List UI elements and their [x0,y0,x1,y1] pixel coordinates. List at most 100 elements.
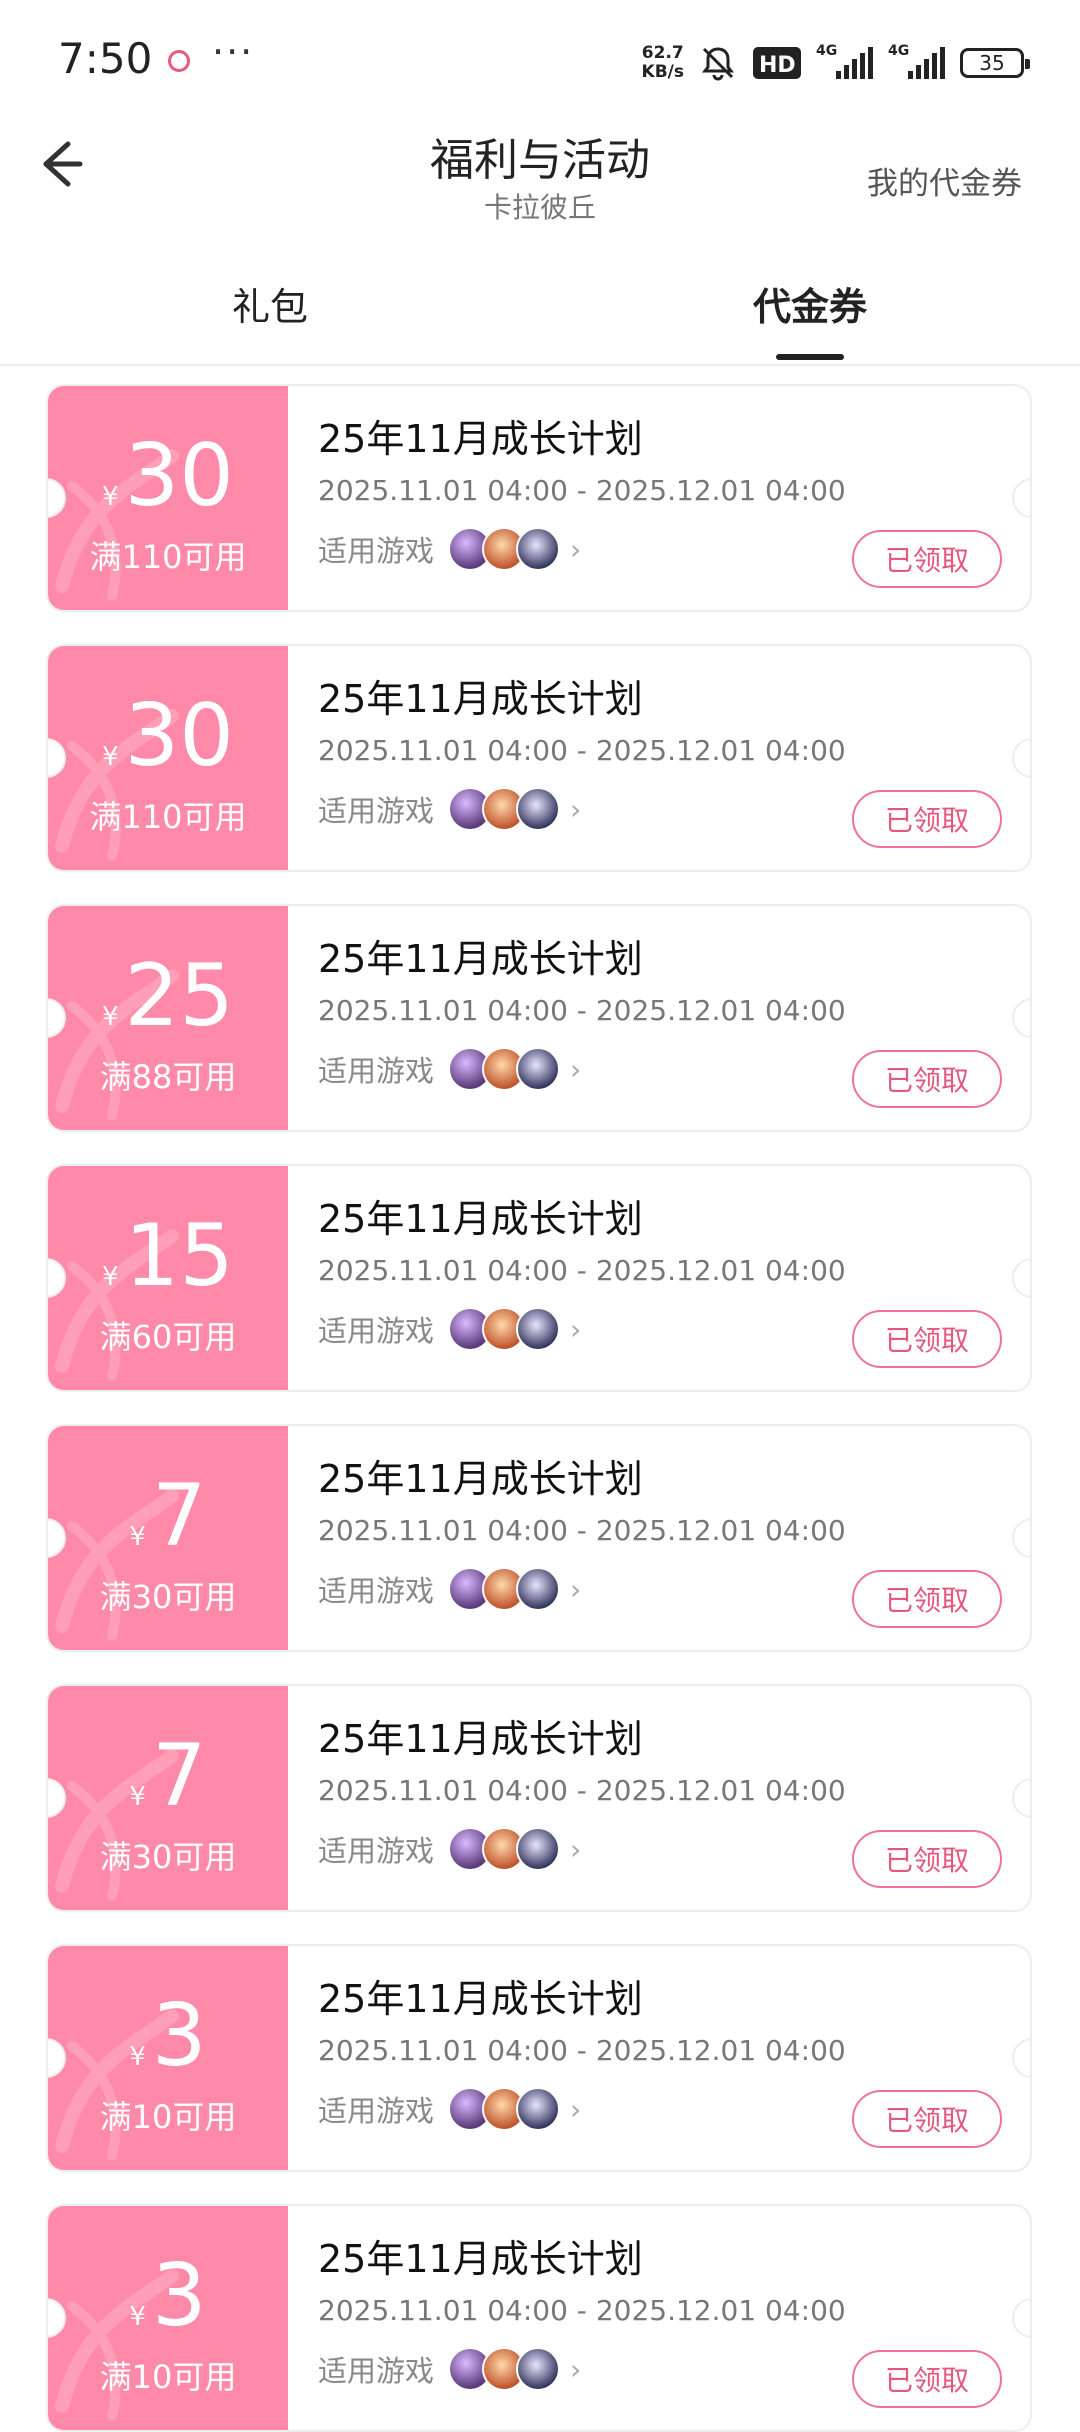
applicable-games-label: 适用游戏 [318,1314,435,1348]
applicable-games-label: 适用游戏 [318,2094,435,2128]
coupon-card: ¥7 满30可用 25年11月成长计划 2025.11.01 04:00 - 2… [46,1684,1032,1912]
tab-coupons[interactable]: 代金券 [680,276,940,331]
coupon-validity: 2025.11.01 04:00 - 2025.12.01 04:00 [318,994,846,1027]
coupon-condition: 满110可用 [89,798,247,836]
claimed-button[interactable]: 已领取 [852,2090,1002,2148]
applicable-games-label: 适用游戏 [318,1834,435,1868]
game-avatar [516,1567,561,1611]
applicable-games[interactable]: 适用游戏 › [318,2344,581,2394]
coupon-validity: 2025.11.01 04:00 - 2025.12.01 04:00 [318,474,846,507]
claimed-button[interactable]: 已领取 [852,1310,1002,1368]
coupon-amount: 30 [124,426,234,526]
coupon-validity: 2025.11.01 04:00 - 2025.12.01 04:00 [318,2034,846,2067]
coupon-condition: 满110可用 [89,538,247,576]
coupon-amount: 7 [151,1466,207,1566]
svg-text:HD: HD [759,53,796,78]
game-avatars [448,1827,561,1871]
game-avatar [516,2087,561,2131]
tab-gift-pack[interactable]: 礼包 [140,276,400,331]
applicable-games[interactable]: 适用游戏 › [318,1564,581,1614]
coupon-title: 25年11月成长计划 [318,2237,643,2281]
coupon-amount: 3 [151,1986,207,2086]
game-avatars [448,1047,561,1091]
status-bar: 7:50 ··· 62.7 KB/s HD 4G 4G 35 [0,0,1080,120]
network-speed: 62.7 KB/s [642,44,684,82]
coupon-value-panel: ¥3 满10可用 [48,1946,288,2170]
applicable-games[interactable]: 适用游戏 › [318,524,581,574]
coupon-validity: 2025.11.01 04:00 - 2025.12.01 04:00 [318,1774,846,1807]
applicable-games[interactable]: 适用游戏 › [318,2084,581,2134]
game-avatars [448,1307,561,1351]
coupon-title: 25年11月成长计划 [318,1717,643,1761]
chevron-right-icon: › [570,532,582,566]
coupon-value-panel: ¥25 满88可用 [48,906,288,1130]
claimed-button[interactable]: 已领取 [852,1570,1002,1628]
coupon-card: ¥7 满30可用 25年11月成长计划 2025.11.01 04:00 - 2… [46,1424,1032,1652]
coupon-card: ¥15 满60可用 25年11月成长计划 2025.11.01 04:00 - … [46,1164,1032,1392]
coupon-amount: 7 [151,1726,207,1826]
coupon-card: ¥30 满110可用 25年11月成长计划 2025.11.01 04:00 -… [46,644,1032,872]
coupon-amount-row: ¥7 [48,1726,288,1826]
coupon-amount: 3 [151,2246,207,2346]
coupon-title: 25年11月成长计划 [318,1197,643,1241]
coupon-value-panel: ¥7 满30可用 [48,1686,288,1910]
coupon-value-panel: ¥30 满110可用 [48,386,288,610]
applicable-games-label: 适用游戏 [318,534,435,568]
applicable-games-label: 适用游戏 [318,2354,435,2388]
coupon-validity: 2025.11.01 04:00 - 2025.12.01 04:00 [318,1514,846,1547]
game-avatars [448,787,561,831]
coupon-value-panel: ¥15 满60可用 [48,1166,288,1390]
card-notch-right [1012,738,1030,778]
coupon-title: 25年11月成长计划 [318,417,643,461]
card-notch-right [1012,2038,1030,2078]
coupon-amount: 25 [124,946,234,1046]
currency-symbol: ¥ [102,742,119,772]
coupon-amount-row: ¥30 [48,426,288,526]
game-avatars [448,2087,561,2131]
coupon-condition: 满30可用 [99,1838,237,1876]
coupon-amount-row: ¥3 [48,1986,288,2086]
card-notch-right [1012,2298,1030,2338]
coupon-condition: 满10可用 [99,2358,237,2396]
chevron-right-icon: › [570,1052,582,1086]
coupon-value-panel: ¥3 满10可用 [48,2206,288,2430]
applicable-games[interactable]: 适用游戏 › [318,1304,581,1354]
chevron-right-icon: › [570,792,582,826]
chevron-right-icon: › [570,1832,582,1866]
applicable-games[interactable]: 适用游戏 › [318,1044,581,1094]
svg-text:4G: 4G [888,43,909,59]
game-avatar [516,527,561,571]
currency-symbol: ¥ [102,1002,119,1032]
coupon-amount-row: ¥7 [48,1466,288,1566]
coupon-title: 25年11月成长计划 [318,677,643,721]
game-avatar [516,1047,561,1091]
claimed-button[interactable]: 已领取 [852,1050,1002,1108]
applicable-games[interactable]: 适用游戏 › [318,784,581,834]
svg-text:4G: 4G [816,43,837,59]
mute-bell-icon [702,47,734,81]
coupon-validity: 2025.11.01 04:00 - 2025.12.01 04:00 [318,2294,846,2327]
coupon-value-panel: ¥30 满110可用 [48,646,288,870]
currency-symbol: ¥ [129,1522,146,1552]
claimed-button[interactable]: 已领取 [852,530,1002,588]
signal-4g-icon-1: 4G [816,43,873,79]
more-notifications-icon: ··· [212,30,255,74]
chevron-right-icon: › [570,1312,582,1346]
coupon-condition: 满30可用 [99,1578,237,1616]
coupon-title: 25年11月成长计划 [318,1457,643,1501]
claimed-button[interactable]: 已领取 [852,1830,1002,1888]
coupon-condition: 满10可用 [99,2098,237,2136]
coupon-amount: 30 [124,686,234,786]
claimed-button[interactable]: 已领取 [852,790,1002,848]
coupon-card: ¥30 满110可用 25年11月成长计划 2025.11.01 04:00 -… [46,384,1032,612]
applicable-games[interactable]: 适用游戏 › [318,1824,581,1874]
claimed-button[interactable]: 已领取 [852,2350,1002,2408]
coupon-condition: 满60可用 [99,1318,237,1356]
currency-symbol: ¥ [102,1262,119,1292]
game-avatar [516,787,561,831]
currency-symbol: ¥ [129,2042,146,2072]
currency-symbol: ¥ [102,482,119,512]
page-header: 福利与活动 卡拉彼丘 我的代金券 [0,120,1080,240]
tab-bar: 礼包 代金券 [0,262,1080,366]
my-coupons-link[interactable]: 我的代金券 [867,158,1022,203]
